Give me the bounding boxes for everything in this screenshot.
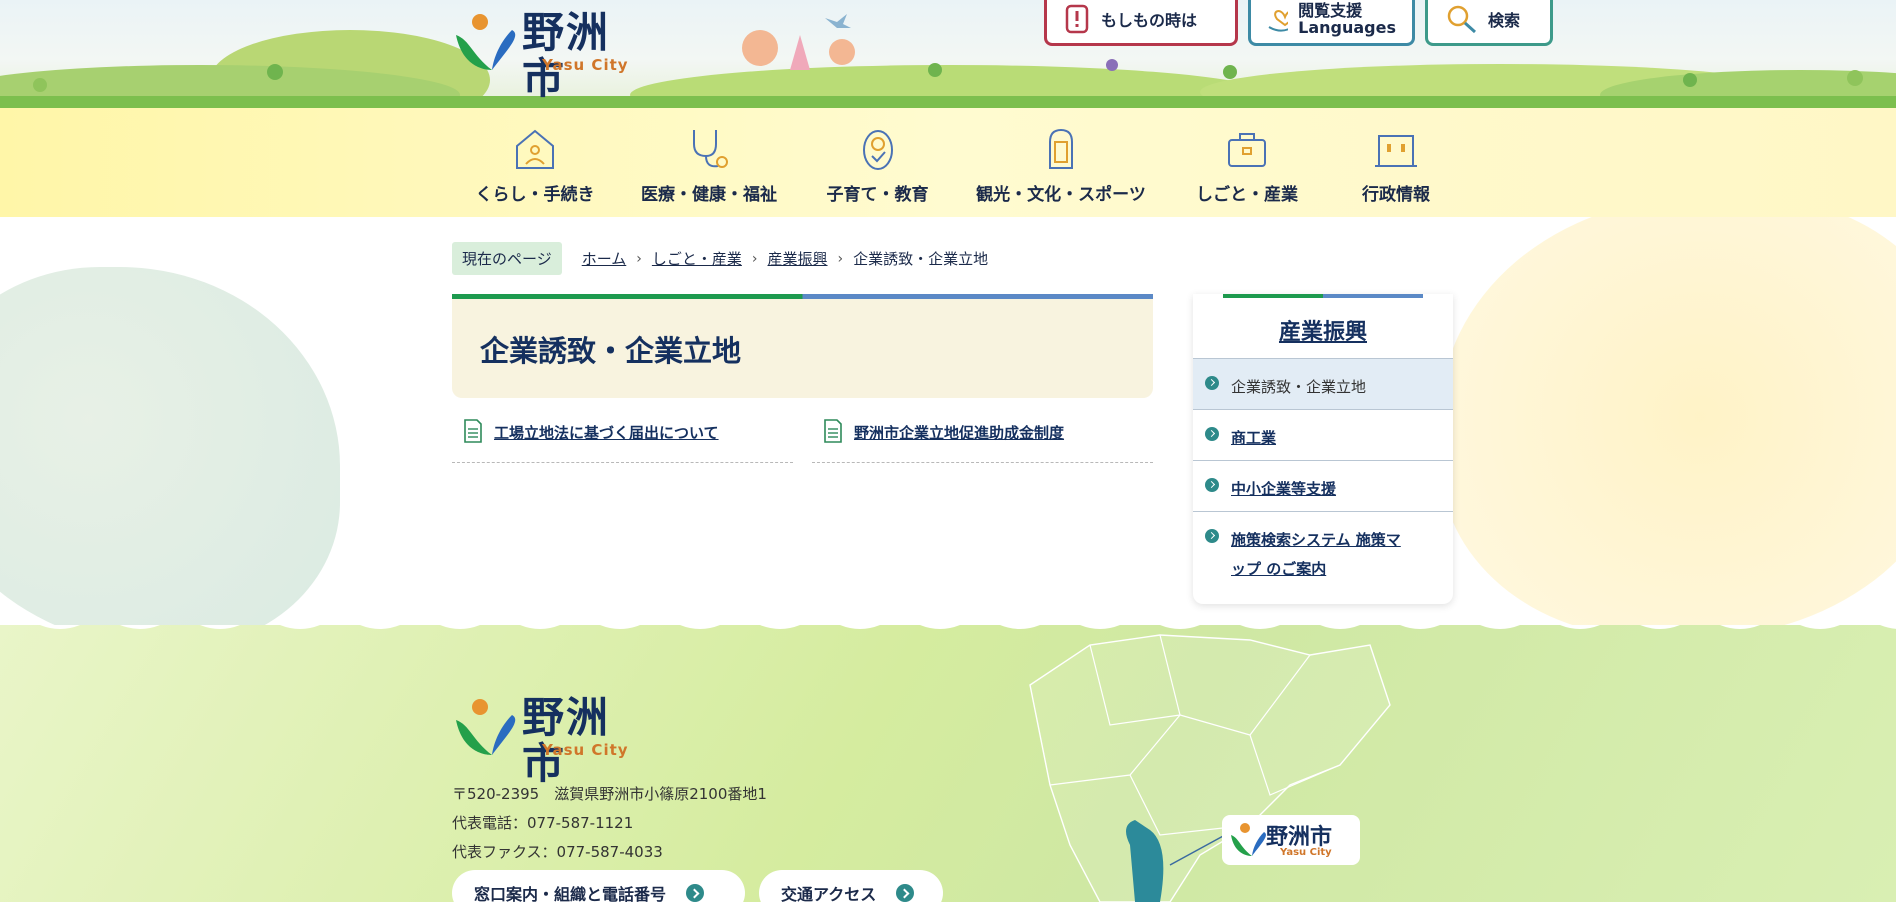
breadcrumb-home[interactable]: ホーム <box>582 248 627 269</box>
global-nav: くらし・手続き 医療・健康・福祉 子育て・教育 観光・文化・スポーツ しごと・産… <box>0 108 1896 217</box>
nav-label: 子育て・教育 <box>826 185 929 205</box>
map-logo-subtext: Yasu City <box>1280 847 1332 858</box>
nav-item-health[interactable]: 医療・健康・福祉 <box>634 126 784 205</box>
chevron-right-icon <box>1205 427 1219 441</box>
wave-divider <box>0 625 1896 629</box>
sidebar-item-label: 企業誘致・企業立地 <box>1231 378 1367 396</box>
logo-mark-icon <box>456 699 516 755</box>
city-map-illustration <box>1029 634 1391 902</box>
nav-label: 観光・文化・スポーツ <box>976 185 1146 205</box>
chevron-right-icon <box>1205 478 1219 492</box>
search-icon <box>1447 5 1477 33</box>
nav-label: 行政情報 <box>1362 185 1430 205</box>
document-icon <box>464 419 482 443</box>
logo-mark-icon <box>456 14 516 70</box>
nav-item-childcare[interactable]: 子育て・教育 <box>820 126 935 205</box>
breadcrumb-current-page: 企業誘致・企業立地 <box>853 250 989 268</box>
map-logo-badge: 野洲市 Yasu City <box>1222 815 1360 865</box>
landscape-illustration <box>0 14 1896 108</box>
contact-info-label: 窓口案内・組織と電話番号 <box>474 885 667 902</box>
stethoscope-icon <box>693 130 728 168</box>
briefcase-icon <box>1228 133 1266 167</box>
contact-info-button[interactable]: 窓口案内・組織と電話番号 <box>452 870 745 902</box>
footer-phone: 代表電話：077-587-1121 <box>452 814 634 832</box>
site-logo[interactable]: 野洲市 Yasu City <box>452 10 652 102</box>
sidebar: 産業振興 企業誘致・企業立地 商工業 中小企業等支援 施策検索システム 施策マ … <box>1193 294 1453 604</box>
sidebar-title[interactable]: 産業振興 <box>1193 314 1453 346</box>
nav-label: しごと・産業 <box>1196 185 1298 205</box>
document-icon <box>824 419 842 443</box>
footer-fax: 代表ファクス：077-587-4033 <box>452 843 663 861</box>
sidebar-accent-bar <box>1223 294 1423 298</box>
logo-subtext: Yasu City <box>542 56 629 74</box>
baby-icon <box>862 130 893 170</box>
chevron-right-icon: › <box>636 250 642 267</box>
decorative-blob <box>1440 217 1896 625</box>
content-link-label[interactable]: 野洲市企業立地促進助成金制度 <box>854 418 1064 443</box>
house-person-icon <box>516 129 554 169</box>
nav-item-living[interactable]: くらし・手続き <box>470 126 600 205</box>
access-button[interactable]: 交通アクセス <box>759 870 943 902</box>
emergency-label: もしもの時は <box>1101 10 1198 30</box>
decorative-blob <box>0 267 340 625</box>
site-header: 野洲市 Yasu City もしもの時は 閲覧支援 Languages 検索 <box>0 0 1896 108</box>
chevron-right-icon <box>1205 376 1219 390</box>
chevron-right-icon: › <box>751 250 758 267</box>
chevron-right-icon <box>1205 529 1219 543</box>
language-support-label: 閲覧支援 <box>1298 0 1363 20</box>
languages-label: Languages <box>1298 17 1396 37</box>
sidebar-item-label[interactable]: 中小企業等支援 <box>1231 480 1336 498</box>
sidebar-item-label[interactable]: ップ のご案内 <box>1231 560 1326 578</box>
emergency-button[interactable]: もしもの時は <box>1044 0 1238 46</box>
breadcrumb-work[interactable]: しごと・産業 <box>652 248 742 269</box>
lantern-icon <box>1049 128 1073 169</box>
alert-icon <box>1065 4 1089 33</box>
breadcrumb: 現在のページ ホーム › しごと・産業 › 産業振興 › 企業誘致・企業立地 <box>452 242 988 275</box>
sidebar-item-label[interactable]: 商工業 <box>1231 429 1276 447</box>
footer-logo[interactable]: 野洲市 Yasu City <box>452 695 652 787</box>
sidebar-item-active[interactable]: 企業誘致・企業立地 <box>1193 358 1453 409</box>
building-icon <box>1375 135 1417 167</box>
sidebar-item-label[interactable]: 施策検索システム 施策マ <box>1231 531 1401 549</box>
language-support-button[interactable]: 閲覧支援 Languages <box>1248 0 1415 46</box>
heart-hand-icon <box>1268 9 1289 32</box>
search-button[interactable]: 検索 <box>1425 0 1553 46</box>
footer-logo-subtext: Yasu City <box>542 741 629 759</box>
nav-label: 医療・健康・福祉 <box>641 185 777 205</box>
access-label: 交通アクセス <box>781 885 877 902</box>
content-link-label[interactable]: 工場立地法に基づく届出について <box>494 418 719 443</box>
title-accent-bar <box>452 294 1153 299</box>
sidebar-item[interactable]: 中小企業等支援 <box>1193 460 1453 511</box>
page-title: 企業誘致・企業立地 <box>480 334 742 368</box>
search-label: 検索 <box>1488 10 1521 30</box>
content-link[interactable]: 野洲市企業立地促進助成金制度 <box>812 418 1153 463</box>
sidebar-item[interactable]: 施策検索システム 施策マ ップ のご案内 <box>1193 511 1453 591</box>
content-link[interactable]: 工場立地法に基づく届出について <box>452 418 793 463</box>
chevron-right-icon <box>686 884 705 902</box>
breadcrumb-industry[interactable]: 産業振興 <box>768 248 828 269</box>
nav-label: くらし・手続き <box>475 185 595 205</box>
chevron-right-icon <box>896 884 915 902</box>
footer-address: 〒520-2395 滋賀県野洲市小篠原2100番地1 <box>452 785 767 803</box>
nav-item-administration[interactable]: 行政情報 <box>1350 126 1442 205</box>
nav-item-work[interactable]: しごと・産業 <box>1192 126 1302 205</box>
nav-item-tourism[interactable]: 観光・文化・スポーツ <box>970 126 1152 205</box>
logo-mark-icon <box>1231 823 1266 856</box>
breadcrumb-current-label: 現在のページ <box>452 242 562 275</box>
site-footer: 野洲市 Yasu City 野洲市 Yasu City 〒520-2395 滋賀… <box>0 625 1896 902</box>
chevron-right-icon: › <box>837 250 844 267</box>
sidebar-item[interactable]: 商工業 <box>1193 409 1453 460</box>
